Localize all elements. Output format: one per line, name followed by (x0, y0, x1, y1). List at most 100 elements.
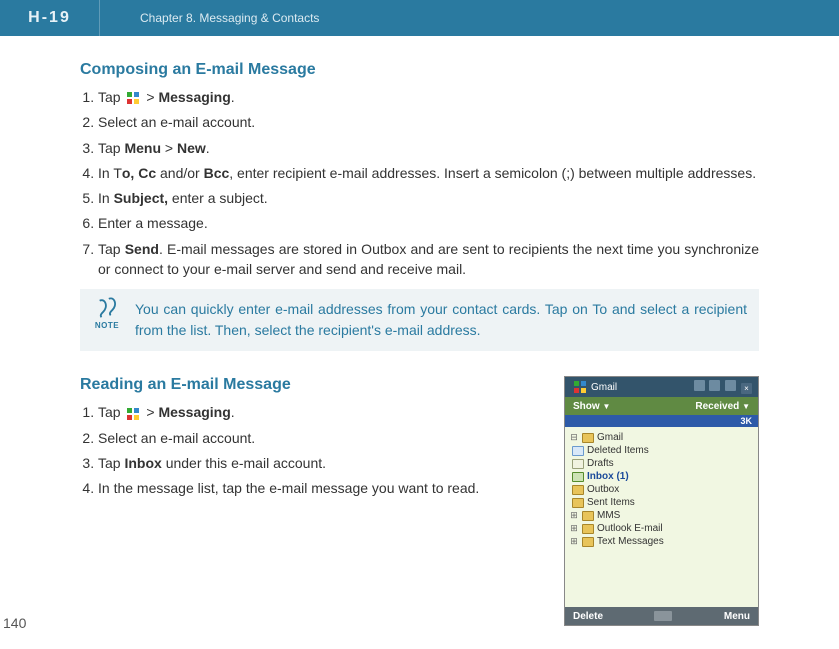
compose-step-1: Tap > Messaging. (98, 87, 759, 107)
tree-item-mms[interactable]: ⊞ MMS (569, 509, 752, 522)
page-content: Composing an E-mail Message Tap > Messag… (0, 36, 839, 636)
text: In (98, 190, 114, 206)
page-number: 140 (3, 615, 26, 631)
tree-label: Deleted Items (587, 445, 649, 456)
speaker-icon (725, 380, 736, 391)
tree-item-sent[interactable]: Sent Items (569, 496, 752, 509)
screenshot-sortbar: Show ▼ Received ▼ (565, 397, 758, 415)
device-screenshot: Gmail × Show ▼ Received ▼ 3K ⊟ Gmail (564, 376, 759, 626)
compose-step-2: Select an e-mail account. (98, 112, 759, 132)
text: enter a subject. (168, 190, 268, 206)
brand-logo: H-19 (0, 0, 100, 36)
tree-label: Inbox (1) (587, 471, 629, 482)
text: , enter recipient e-mail addresses. Inse… (229, 165, 756, 181)
tree-label: Drafts (587, 458, 614, 469)
section-title-reading: Reading an E-mail Message (80, 376, 544, 394)
note-text: You can quickly enter e-mail addresses f… (135, 299, 747, 341)
compose-step-7: Tap Send. E-mail messages are stored in … (98, 239, 759, 280)
text: Tap (98, 455, 124, 471)
text-bold: Menu (124, 140, 161, 156)
text: . E-mail messages are stored in Outbox a… (98, 241, 759, 277)
compose-step-5: In Subject, enter a subject. (98, 188, 759, 208)
note-label: NOTE (90, 321, 124, 330)
folder-icon (572, 459, 584, 469)
text-bold: New (177, 140, 206, 156)
reading-section-row: Reading an E-mail Message Tap > Messagin… (80, 376, 759, 626)
text-bold: Inbox (124, 455, 161, 471)
note-icon-wrap: NOTE (90, 297, 124, 330)
titlebar-status-icons: × (692, 380, 752, 394)
storage-badge: 3K (565, 415, 758, 427)
section-title-composing: Composing an E-mail Message (80, 61, 759, 79)
tree-label: Outbox (587, 484, 619, 495)
composing-steps: Tap > Messaging. Select an e-mail accoun… (98, 87, 759, 279)
text-bold: Messaging (158, 89, 230, 105)
folder-icon (582, 433, 594, 443)
network-icon (709, 380, 720, 391)
read-step-3: Tap Inbox under this e-mail account. (98, 453, 544, 473)
tree-item-deleted[interactable]: Deleted Items (569, 444, 752, 457)
text: . (206, 140, 210, 156)
start-icon (573, 380, 587, 394)
tree-label: Outlook E-mail (597, 523, 663, 534)
tree-label: Text Messages (597, 536, 664, 547)
expand-icon[interactable]: ⊞ (569, 536, 579, 547)
folder-icon (572, 498, 584, 508)
tree-label: MMS (597, 510, 620, 521)
tree-item-outbox[interactable]: Outbox (569, 483, 752, 496)
tree-label: Sent Items (587, 497, 635, 508)
text: . (231, 89, 235, 105)
text: under this e-mail account. (162, 455, 326, 471)
tree-item-outlook[interactable]: ⊞ Outlook E-mail (569, 522, 752, 535)
folder-icon (582, 524, 594, 534)
header-bar: H-19 Chapter 8. Messaging & Contacts (0, 0, 839, 36)
screenshot-titlebar: Gmail × (565, 377, 758, 397)
collapse-icon[interactable]: ⊟ (569, 432, 579, 443)
text: . (231, 404, 235, 420)
note-icon (96, 297, 118, 319)
close-icon: × (741, 383, 752, 394)
expand-icon[interactable]: ⊞ (569, 523, 579, 534)
text: Tap (98, 140, 124, 156)
compose-step-3: Tap Menu > New. (98, 138, 759, 158)
text-bold: Bcc (204, 165, 230, 181)
folder-icon (582, 511, 594, 521)
chapter-title: Chapter 8. Messaging & Contacts (140, 11, 319, 25)
folder-icon (572, 446, 584, 456)
signal-icon (694, 380, 705, 391)
softkey-menu[interactable]: Menu (724, 611, 750, 622)
note-box: NOTE You can quickly enter e-mail addres… (80, 289, 759, 351)
softkey-delete[interactable]: Delete (573, 611, 603, 622)
tree-root-gmail[interactable]: ⊟ Gmail (569, 431, 752, 444)
text: Tap (98, 241, 125, 257)
tree-item-textmsg[interactable]: ⊞ Text Messages (569, 535, 752, 548)
compose-step-6: Enter a message. (98, 213, 759, 233)
text-bold: Subject, (114, 190, 168, 206)
start-icon (126, 407, 140, 421)
tree-label: Gmail (597, 432, 623, 443)
tree-item-drafts[interactable]: Drafts (569, 457, 752, 470)
sort-show[interactable]: Show ▼ (573, 401, 610, 412)
sort-received[interactable]: Received ▼ (695, 401, 750, 412)
text: Tap (98, 89, 124, 105)
reading-text-col: Reading an E-mail Message Tap > Messagin… (80, 376, 544, 626)
text: > (146, 89, 158, 105)
compose-step-4: In To, Cc and/or Bcc, enter recipient e-… (98, 163, 759, 183)
text: Tap (98, 404, 124, 420)
expand-icon[interactable]: ⊞ (569, 510, 579, 521)
reading-steps: Tap > Messaging. Select an e-mail accoun… (98, 402, 544, 498)
folder-icon (572, 485, 584, 495)
text: In T (98, 165, 122, 181)
text-bold: Messaging (158, 404, 230, 420)
read-step-2: Select an e-mail account. (98, 428, 544, 448)
folder-icon (582, 537, 594, 547)
text-bold: Send (125, 241, 159, 257)
inbox-icon (572, 472, 584, 482)
tree-item-inbox[interactable]: Inbox (1) (569, 470, 752, 483)
screenshot-title: Gmail (591, 382, 692, 393)
text: > (146, 404, 158, 420)
start-icon (126, 91, 140, 105)
folder-tree: ⊟ Gmail Deleted Items Drafts Inbox (1) O… (565, 427, 758, 607)
keyboard-icon[interactable] (654, 611, 672, 621)
text: and/or (156, 165, 203, 181)
